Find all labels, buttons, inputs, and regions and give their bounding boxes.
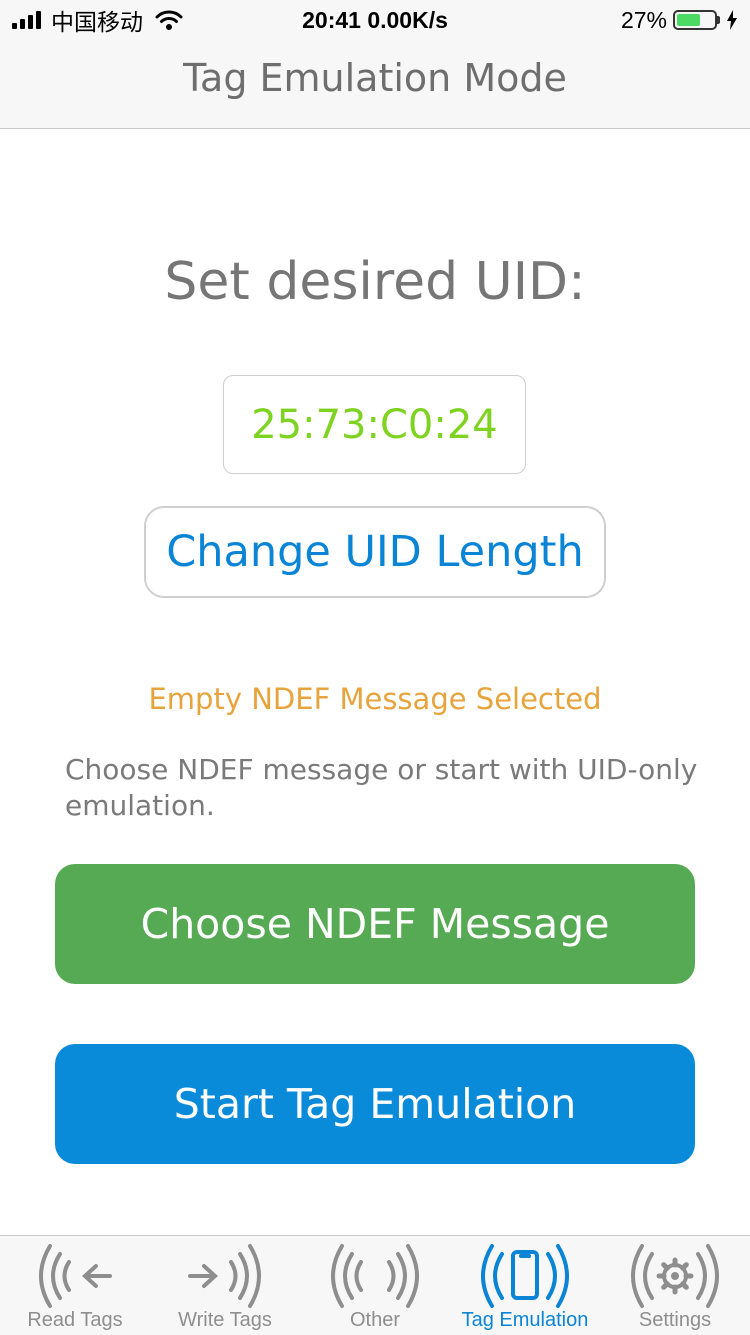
tab-settings[interactable]: Settings (600, 1236, 750, 1335)
uid-heading: Set desired UID: (164, 252, 586, 312)
settings-icon (631, 1244, 719, 1308)
status-bar: 中国移动 20:41 0.00K/s 27% (0, 0, 750, 40)
uid-input[interactable]: 25:73:C0:24 (223, 375, 526, 474)
tab-label: Read Tags (27, 1309, 123, 1331)
charging-bolt-icon (727, 10, 737, 30)
tab-tag-emulation[interactable]: Tag Emulation (450, 1236, 600, 1335)
tab-read-tags[interactable]: Read Tags (0, 1236, 150, 1335)
ndef-status-label: Empty NDEF Message Selected (148, 682, 602, 716)
battery-icon (673, 10, 717, 30)
tab-bar: Read Tags Write Tags Other Tag Emulation… (0, 1235, 750, 1335)
read-tags-icon (39, 1244, 112, 1308)
tab-label: Other (349, 1309, 401, 1331)
start-tag-emulation-button[interactable]: Start Tag Emulation (55, 1044, 695, 1164)
tab-other[interactable]: Other (300, 1236, 450, 1335)
choose-ndef-message-button[interactable]: Choose NDEF Message (55, 864, 695, 984)
tag-emulation-icon (481, 1244, 569, 1308)
tab-label: Settings (638, 1309, 712, 1331)
battery-percent: 27% (620, 6, 667, 33)
other-icon (331, 1244, 419, 1308)
navigation-bar: Tag Emulation Mode (0, 40, 750, 129)
hint-text: Choose NDEF message or start with UID-on… (65, 753, 698, 822)
tab-write-tags[interactable]: Write Tags (150, 1236, 300, 1335)
write-tags-icon (188, 1244, 261, 1308)
tab-label: Tag Emulation (461, 1309, 589, 1331)
page-title: Tag Emulation Mode (183, 56, 567, 100)
change-uid-length-button[interactable]: Change UID Length (144, 506, 606, 598)
tab-label: Write Tags (178, 1309, 272, 1331)
